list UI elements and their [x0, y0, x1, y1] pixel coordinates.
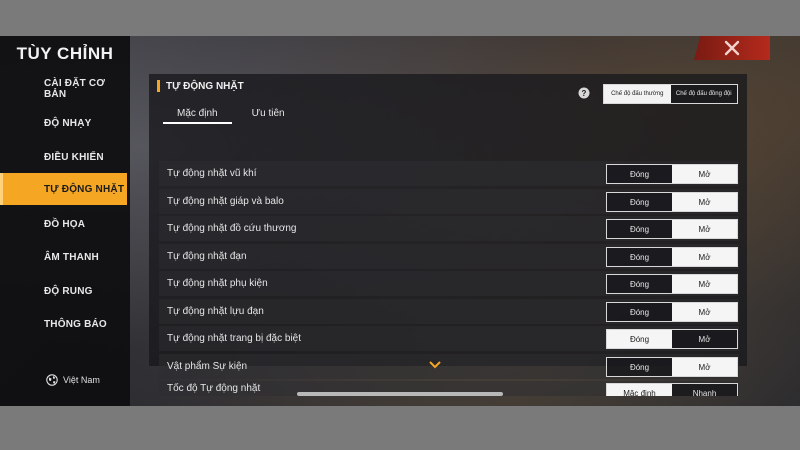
setting-label: Tự động nhặt đồ cứu thương: [167, 223, 297, 234]
toggle-option-on[interactable]: Mở: [672, 275, 737, 293]
setting-label: Tự động nhặt vũ khí: [167, 168, 257, 179]
toggle-option-off[interactable]: Đóng: [607, 303, 672, 321]
sidebar-item-graphics[interactable]: ĐỒ HỌA: [0, 208, 127, 240]
chevron-down-icon[interactable]: [429, 361, 441, 369]
tab-bar: Mặc định Ưu tiên: [163, 104, 299, 124]
toggle-switch: Đóng Mở: [606, 329, 738, 349]
region-selector[interactable]: Việt Nam: [46, 374, 100, 386]
sidebar-item-label: TỰ ĐỘNG NHẶT: [44, 183, 125, 195]
setting-label: Tự động nhặt đạn: [167, 251, 247, 262]
speed-option-fast[interactable]: Nhanh: [672, 384, 737, 397]
tab-default[interactable]: Mặc định: [163, 104, 232, 124]
toggle-option-on[interactable]: Mở: [672, 165, 737, 183]
setting-label: Tự động nhặt lựu đạn: [167, 306, 264, 317]
toggle-option-on[interactable]: Mở: [672, 358, 737, 376]
sidebar-item-basic-settings[interactable]: CÀI ĐẶT CƠ BẢN: [0, 73, 127, 105]
sidebar-item-auto-pickup[interactable]: TỰ ĐỘNG NHẶT: [0, 173, 127, 205]
toggle-option-off[interactable]: Đóng: [607, 220, 672, 238]
mode-option-classic[interactable]: Chế độ đấu thường: [604, 85, 671, 103]
sidebar-item-label: ĐIỀU KHIỂN: [44, 151, 104, 163]
toggle-switch: Đóng Mở: [606, 164, 738, 184]
auto-pickup-panel: TỰ ĐỘNG NHẶT ? Chế độ đấu thường Chế độ …: [149, 74, 747, 396]
toggle-switch: Đóng Mở: [606, 192, 738, 212]
sidebar-item-label: THÔNG BÁO: [44, 318, 107, 330]
sidebar-item-vibration[interactable]: ĐỘ RUNG: [0, 275, 127, 307]
sidebar-item-notifications[interactable]: THÔNG BÁO: [0, 308, 127, 340]
sidebar-item-label: ĐỒ HỌA: [44, 218, 86, 230]
toggle-switch: Đóng Mở: [606, 219, 738, 239]
setting-label: Tự động nhặt giáp và balo: [167, 196, 284, 207]
mode-option-squad[interactable]: Chế độ đấu đồng đội: [671, 85, 738, 103]
toggle-option-on[interactable]: Mở: [672, 303, 737, 321]
toggle-switch: Đóng Mở: [606, 357, 738, 377]
toggle-option-off[interactable]: Đóng: [607, 275, 672, 293]
sidebar-item-label: CÀI ĐẶT CƠ BẢN: [44, 78, 106, 100]
close-icon: [724, 40, 740, 56]
setting-row: Tự động nhặt vũ khí Đóng Mở: [159, 161, 739, 186]
sidebar-item-label: ÂM THANH: [44, 251, 99, 263]
sidebar: TÙY CHỈNH CÀI ĐẶT CƠ BẢN ĐỘ NHẠY ĐIỀU KH…: [0, 36, 130, 406]
settings-screen: TÙY CHỈNH CÀI ĐẶT CƠ BẢN ĐỘ NHẠY ĐIỀU KH…: [0, 36, 800, 406]
sidebar-item-label: ĐỘ NHẠY: [44, 117, 92, 129]
toggle-option-on[interactable]: Mở: [672, 248, 737, 266]
setting-label: Tự động nhặt trang bị đặc biệt: [167, 333, 302, 344]
game-mode-toggle: Chế độ đấu thường Chế độ đấu đồng đội: [603, 84, 738, 104]
setting-row: Tự động nhặt giáp và balo Đóng Mở: [159, 189, 739, 214]
panel-title: TỰ ĐỘNG NHẶT: [166, 80, 244, 92]
sidebar-item-sound[interactable]: ÂM THANH: [0, 241, 127, 273]
home-indicator: [297, 392, 503, 396]
toggle-option-off[interactable]: Đóng: [607, 165, 672, 183]
setting-label: Vật phẩm Sự kiện: [167, 361, 248, 372]
setting-row: Vật phẩm Sự kiện Đóng Mở: [159, 354, 739, 379]
setting-label: Tự động nhặt phụ kiện: [167, 278, 268, 289]
globe-icon: [46, 374, 58, 386]
toggle-option-off[interactable]: Đóng: [607, 358, 672, 376]
speed-option-default[interactable]: Mặc định: [607, 384, 672, 396]
toggle-option-on[interactable]: Mở: [672, 330, 737, 348]
toggle-option-on[interactable]: Mở: [672, 193, 737, 211]
toggle-switch: Đóng Mở: [606, 247, 738, 267]
setting-label: Tốc độ Tự động nhặt: [167, 383, 261, 394]
setting-row: Tự động nhặt trang bị đặc biệt Đóng Mở: [159, 326, 739, 351]
setting-row: Tự động nhặt phụ kiện Đóng Mở: [159, 271, 739, 296]
help-icon[interactable]: ?: [578, 87, 590, 99]
toggle-switch: Mặc định Nhanh: [606, 383, 738, 396]
sidebar-item-controls[interactable]: ĐIỀU KHIỂN: [0, 141, 127, 173]
setting-row: Tự động nhặt lựu đạn Đóng Mở: [159, 299, 739, 324]
close-button[interactable]: [694, 36, 770, 60]
setting-row: Tự động nhặt đồ cứu thương Đóng Mở: [159, 216, 739, 241]
toggle-switch: Đóng Mở: [606, 302, 738, 322]
sidebar-item-label: ĐỘ RUNG: [44, 285, 93, 297]
toggle-option-on[interactable]: Mở: [672, 220, 737, 238]
sidebar-title: TÙY CHỈNH: [16, 44, 114, 63]
toggle-option-off[interactable]: Đóng: [607, 330, 672, 348]
svg-text:?: ?: [582, 89, 587, 98]
panel-header: TỰ ĐỘNG NHẶT: [157, 80, 244, 92]
toggle-switch: Đóng Mở: [606, 274, 738, 294]
sidebar-item-sensitivity[interactable]: ĐỘ NHẠY: [0, 107, 127, 139]
accent-bar: [157, 80, 160, 92]
setting-row: Tự động nhặt đạn Đóng Mở: [159, 244, 739, 269]
region-label: Việt Nam: [63, 375, 100, 385]
toggle-option-off[interactable]: Đóng: [607, 248, 672, 266]
toggle-option-off[interactable]: Đóng: [607, 193, 672, 211]
tab-priority[interactable]: Ưu tiên: [238, 104, 299, 124]
